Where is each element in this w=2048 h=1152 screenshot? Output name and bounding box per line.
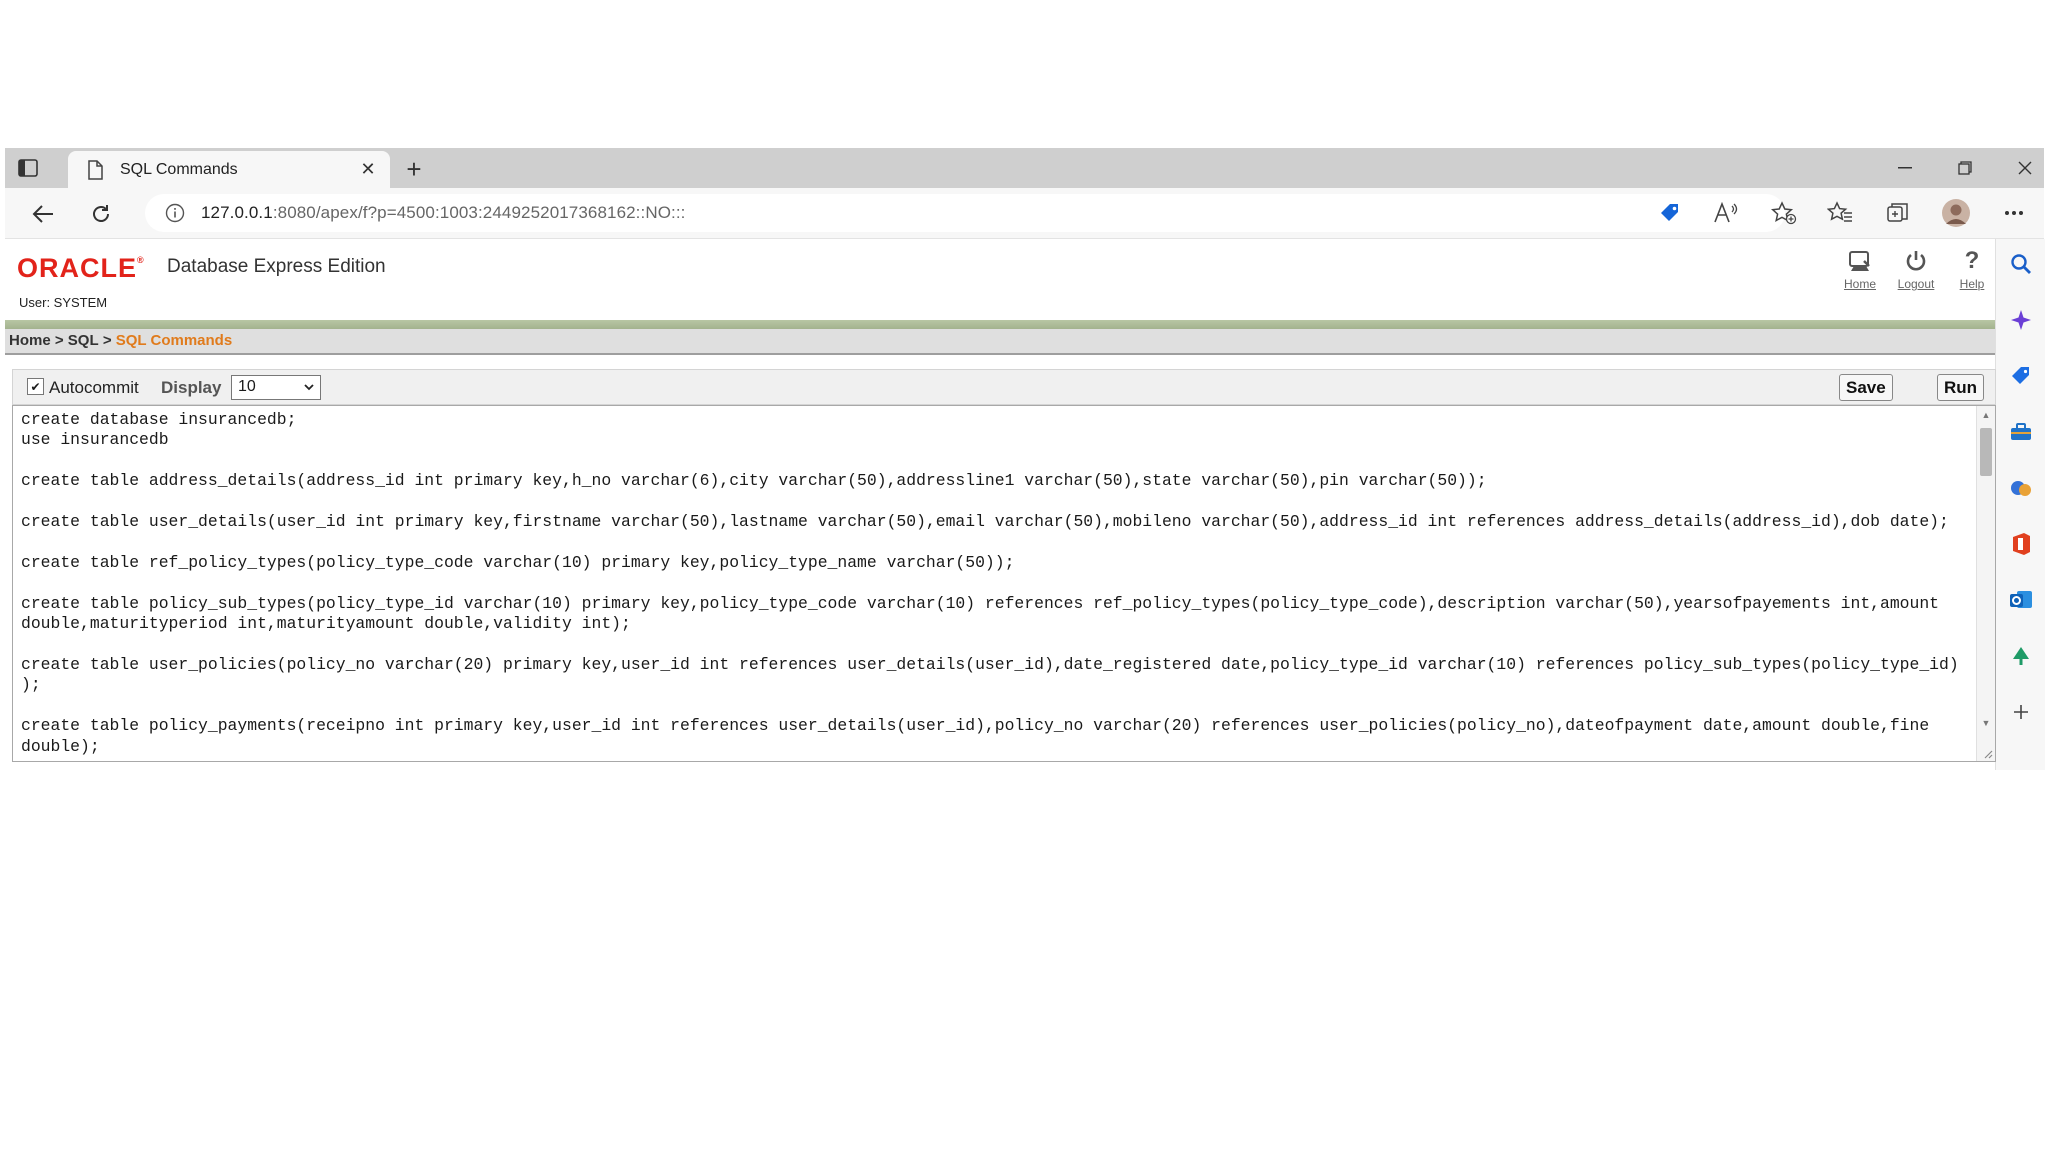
logout-button[interactable]: Logout xyxy=(1891,247,1941,299)
tab-strip: SQL Commands ✕ + xyxy=(5,148,2044,188)
site-info-icon[interactable] xyxy=(163,201,187,225)
url-text: 127.0.0.1:8080/apex/f?p=4500:1003:244925… xyxy=(201,203,686,222)
copilot-icon[interactable] xyxy=(2008,307,2034,333)
sql-editor-text[interactable]: create database insurancedb; use insuran… xyxy=(21,410,1971,757)
tab-actions-icon[interactable] xyxy=(15,156,41,180)
address-bar[interactable]: 127.0.0.1:8080/apex/f?p=4500:1003:244925… xyxy=(145,194,1785,232)
display-value: 10 xyxy=(238,378,256,395)
scrollbar-thumb[interactable] xyxy=(1980,428,1992,476)
save-button[interactable]: Save xyxy=(1839,374,1893,401)
shopping-tag-icon[interactable] xyxy=(1655,198,1685,228)
header-divider xyxy=(5,320,1995,329)
shopping-icon[interactable] xyxy=(2008,363,2034,389)
breadcrumb-separator: > xyxy=(54,332,64,349)
more-menu-icon[interactable] xyxy=(1999,198,2029,228)
user-label: User: SYSTEM xyxy=(19,295,108,310)
question-mark-icon: ? xyxy=(1964,247,1980,274)
office-icon[interactable] xyxy=(2008,531,2034,557)
product-name: Database Express Edition xyxy=(167,256,386,277)
breadcrumb-separator: > xyxy=(102,332,112,349)
close-tab-icon[interactable]: ✕ xyxy=(356,158,380,182)
back-arrow-icon[interactable] xyxy=(27,198,59,230)
tools-icon[interactable] xyxy=(2008,419,2034,445)
tab-title: SQL Commands xyxy=(120,160,238,178)
breadcrumb-sql[interactable]: SQL xyxy=(68,332,99,349)
collections-icon[interactable] xyxy=(1883,198,1913,228)
editor-scrollbar[interactable]: ▲ ▼ xyxy=(1976,406,1995,761)
home-icon xyxy=(1845,247,1875,275)
display-label: Display xyxy=(161,378,222,397)
breadcrumb-home[interactable]: Home xyxy=(9,332,51,349)
home-button[interactable]: Home xyxy=(1835,247,1885,299)
outlook-icon[interactable] xyxy=(2008,587,2034,613)
browser-sidebar xyxy=(1995,239,2045,770)
new-tab-icon[interactable]: + xyxy=(401,156,427,182)
page-icon xyxy=(84,159,106,181)
breadcrumb: Home > SQL > SQL Commands xyxy=(5,329,1995,355)
close-window-icon[interactable] xyxy=(2005,154,2045,182)
add-icon[interactable] xyxy=(2008,699,2034,725)
browser-window: SQL Commands ✕ + 127.0.0.1:8080/apex/f?p… xyxy=(5,148,2045,770)
browser-toolbar: 127.0.0.1:8080/apex/f?p=4500:1003:244925… xyxy=(5,188,2044,239)
breadcrumb-current: SQL Commands xyxy=(115,332,233,349)
resize-grip-icon[interactable] xyxy=(1981,747,1993,759)
tree-icon[interactable] xyxy=(2008,643,2034,669)
sql-editor[interactable]: create database insurancedb; use insuran… xyxy=(12,405,1996,762)
minimize-icon[interactable] xyxy=(1885,154,1925,182)
apex-header: ORACLE® Database Express Edition User: S… xyxy=(5,239,1995,319)
help-button[interactable]: ? Help xyxy=(1947,247,1997,299)
scroll-down-icon[interactable]: ▼ xyxy=(1980,718,1992,730)
autocommit-checkbox[interactable]: ✔ xyxy=(27,378,44,395)
run-button[interactable]: Run xyxy=(1937,374,1985,401)
games-icon[interactable] xyxy=(2008,475,2034,501)
tab-sql-commands[interactable]: SQL Commands ✕ xyxy=(68,151,390,188)
search-icon[interactable] xyxy=(2008,251,2034,277)
read-aloud-icon[interactable] xyxy=(1711,198,1741,228)
display-select[interactable]: 10 xyxy=(231,375,321,400)
profile-avatar[interactable] xyxy=(1941,198,1971,228)
add-favorite-icon[interactable] xyxy=(1769,198,1799,228)
restore-icon[interactable] xyxy=(1945,154,1985,182)
command-toolbar: ✔ Autocommit Display 10 Save Run xyxy=(12,369,1996,405)
refresh-icon[interactable] xyxy=(85,198,117,230)
apex-page: ORACLE® Database Express Edition User: S… xyxy=(5,239,1996,770)
oracle-logo: ORACLE® xyxy=(17,253,145,283)
scroll-up-icon[interactable]: ▲ xyxy=(1980,410,1992,422)
favorites-icon[interactable] xyxy=(1825,198,1855,228)
power-icon xyxy=(1901,247,1931,275)
chevron-down-icon xyxy=(304,384,314,391)
autocommit-label: Autocommit xyxy=(49,378,139,397)
